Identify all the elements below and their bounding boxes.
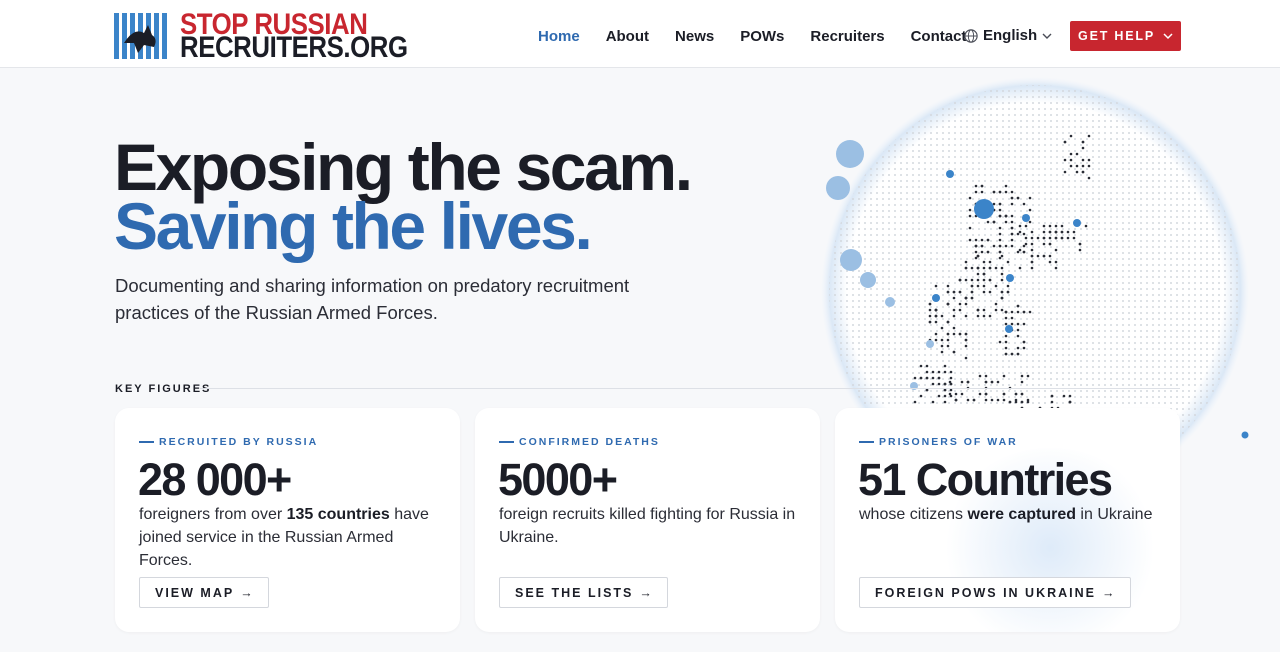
arrow-right-icon: → [240, 585, 253, 600]
arrow-right-icon: → [639, 585, 652, 600]
nav-pows[interactable]: POWs [740, 28, 784, 45]
card-figure: 5000+ [498, 454, 618, 505]
card-description: foreign recruits killed fighting for Rus… [499, 506, 796, 546]
nav-news[interactable]: News [675, 28, 714, 45]
nav-contact[interactable]: Contact [911, 28, 967, 45]
hero-subtitle: Documenting and sharing information on p… [115, 275, 630, 323]
language-label: English [983, 27, 1038, 44]
stat-card-recruited: RECRUITED BY RUSSIA 28 000+ foreigners f… [115, 408, 460, 632]
nav-recruiters[interactable]: Recruiters [810, 28, 884, 45]
nav-home[interactable]: Home [538, 28, 580, 45]
logo-bars-icon [114, 13, 167, 59]
divider [200, 388, 1180, 389]
language-selector[interactable]: English [964, 27, 1052, 44]
card-kicker: PRISONERS OF WAR [859, 436, 1018, 448]
view-map-button[interactable]: VIEW MAP → [139, 577, 269, 608]
card-kicker: CONFIRMED DEATHS [499, 436, 660, 448]
arrow-right-icon: → [1102, 585, 1115, 600]
card-kicker: RECRUITED BY RUSSIA [139, 436, 318, 448]
get-help-label: GET HELP [1078, 29, 1155, 43]
hero-headline-line2: Saving the lives. [114, 189, 593, 263]
see-the-lists-button[interactable]: SEE THE LISTS → [499, 577, 668, 608]
foreign-pows-button[interactable]: FOREIGN POWS IN UKRAINE → [859, 577, 1131, 608]
main-nav: Home About News POWs Recruiters Contact [538, 28, 992, 45]
card-description: foreigners from over 135 countries have … [139, 506, 429, 569]
key-figures-label: KEY FIGURES [115, 383, 212, 395]
chevron-down-icon [1042, 33, 1052, 39]
site-header: STOP RUSSIAN RECRUITERS.ORG Home About N… [0, 0, 1280, 68]
stat-card-deaths: CONFIRMED DEATHS 5000+ foreign recruits … [475, 408, 820, 632]
nav-about[interactable]: About [606, 28, 649, 45]
card-figure: 28 000+ [138, 454, 292, 505]
stat-card-pows: PRISONERS OF WAR 51 Countries whose citi… [835, 408, 1180, 632]
get-help-button[interactable]: GET HELP [1070, 21, 1181, 51]
site-logo[interactable]: STOP RUSSIAN RECRUITERS.ORG [114, 10, 445, 64]
globe-icon [964, 28, 978, 43]
chevron-down-icon [1163, 33, 1173, 40]
logo-text-line2: RECRUITERS.ORG [180, 31, 408, 64]
card-figure: 51 Countries [858, 454, 1113, 505]
card-description: whose citizens were captured in Ukraine [859, 506, 1153, 523]
